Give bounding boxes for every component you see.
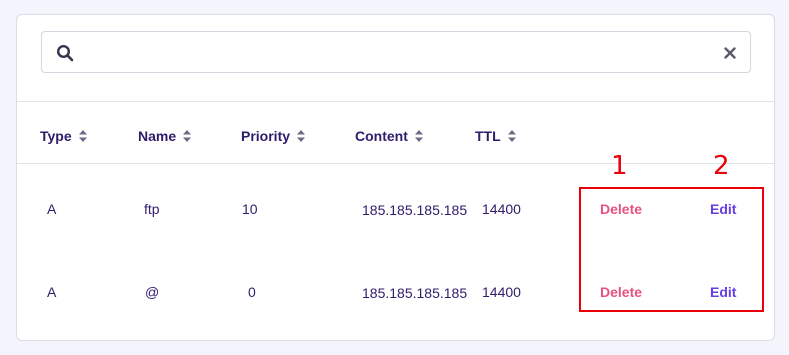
column-header-type[interactable]: Type: [40, 128, 87, 144]
cell-name: @: [145, 284, 160, 300]
cell-name: ftp: [144, 201, 160, 217]
annotation-highlight-box: [579, 187, 764, 312]
divider: [17, 163, 774, 164]
column-header-name[interactable]: Name: [138, 128, 192, 144]
column-header-label: Name: [138, 128, 177, 144]
annotation-marker-1: 1: [611, 151, 628, 181]
sort-icon: [507, 130, 516, 142]
sort-icon: [297, 130, 306, 142]
sort-icon: [78, 130, 87, 142]
annotation-marker-2: 2: [713, 151, 730, 181]
sort-icon: [414, 130, 423, 142]
cell-type: A: [47, 201, 57, 217]
divider: [17, 101, 774, 102]
cell-content: 185.185.185.185: [362, 285, 468, 301]
close-icon[interactable]: [722, 45, 738, 61]
column-header-ttl[interactable]: TTL: [475, 128, 516, 144]
search-input[interactable]: [41, 31, 751, 73]
cell-priority: 10: [242, 201, 258, 217]
column-header-label: Priority: [241, 128, 291, 144]
column-header-label: Content: [355, 128, 408, 144]
cell-ttl: 14400: [482, 201, 521, 217]
column-header-priority[interactable]: Priority: [241, 128, 306, 144]
cell-priority: 0: [248, 284, 256, 300]
sort-icon: [183, 130, 192, 142]
column-header-label: Type: [40, 128, 72, 144]
column-header-content[interactable]: Content: [355, 128, 423, 144]
cell-content: 185.185.185.185: [362, 202, 468, 218]
cell-ttl: 14400: [482, 284, 521, 300]
search-icon: [56, 44, 74, 62]
cell-type: A: [47, 284, 57, 300]
column-header-label: TTL: [475, 128, 501, 144]
